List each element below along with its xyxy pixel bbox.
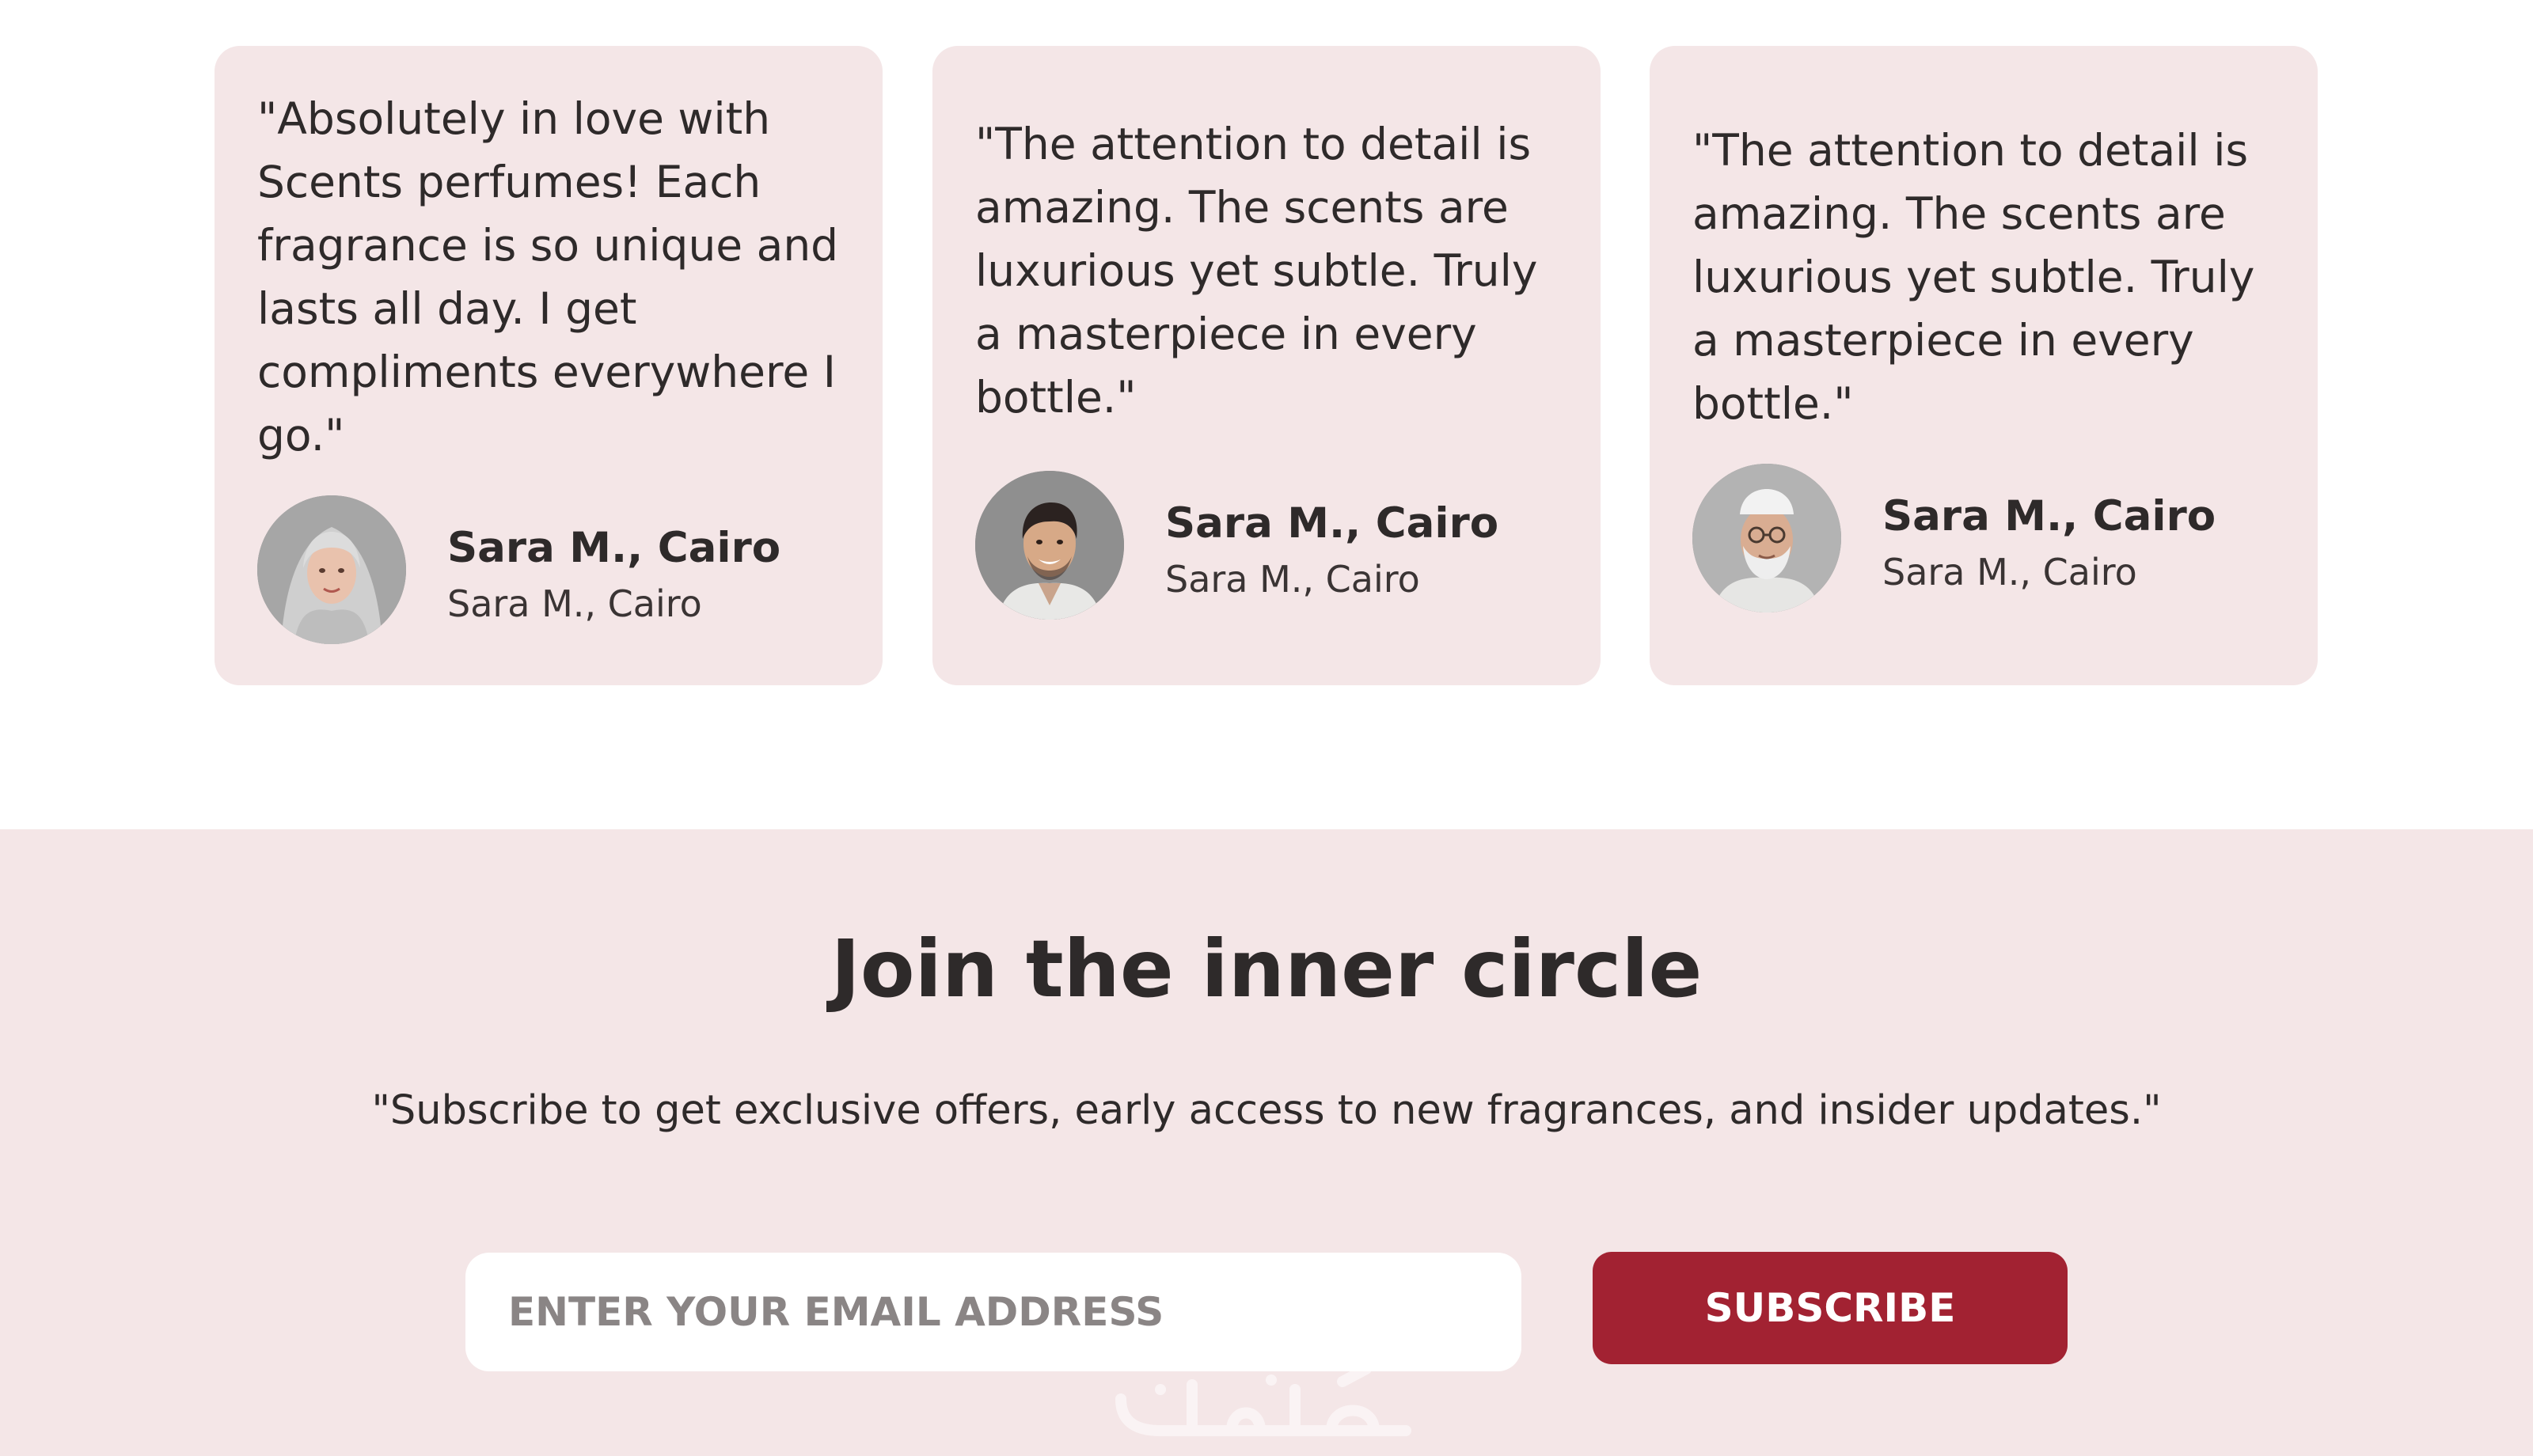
newsletter-section: Join the inner circle "Subscribe to get … [0,829,2533,1456]
author-location: Sara M., Cairo [1882,551,2137,593]
testimonial-author: Sara M., Cairo Sara M., Cairo [257,495,843,644]
author-name: Sara M., Cairo [1165,499,1499,548]
page: "Absolutely in love with Scents perfumes… [0,0,2533,1456]
young-man-portrait-icon [975,471,1124,620]
newsletter-subtitle: "Subscribe to get exclusive offers, earl… [371,1087,2162,1134]
author-location: Sara M., Cairo [1165,558,1420,601]
author-name: Sara M., Cairo [447,524,781,572]
woman-hijab-portrait-icon [257,495,406,644]
testimonial-card: "Absolutely in love with Scents perfumes… [215,46,883,685]
newsletter-title: Join the inner circle [830,923,1703,1015]
testimonials-section: "Absolutely in love with Scents perfumes… [0,0,2533,829]
testimonial-author: Sara M., Cairo Sara M., Cairo [975,471,1561,620]
avatar [257,495,406,644]
email-field[interactable] [465,1253,1521,1371]
testimonial-quote: "The attention to detail is amazing. The… [1692,125,2255,429]
testimonial-card: "The attention to detail is amazing. The… [932,46,1601,685]
testimonial-author: Sara M., Cairo Sara M., Cairo [1692,464,2278,612]
elderly-man-portrait-icon [1692,464,1841,612]
khamsat-watermark-logo [1115,1363,1411,1436]
author-name: Sara M., Cairo [1882,492,2216,540]
subscribe-button[interactable]: SUBSCRIBE [1593,1252,2068,1364]
avatar [1692,464,1841,612]
testimonial-quote: "Absolutely in love with Scents perfumes… [257,93,839,461]
testimonial-card: "The attention to detail is amazing. The… [1650,46,2318,685]
testimonial-quote: "The attention to detail is amazing. The… [975,119,1538,423]
author-location: Sara M., Cairo [447,582,702,625]
avatar [975,471,1124,620]
